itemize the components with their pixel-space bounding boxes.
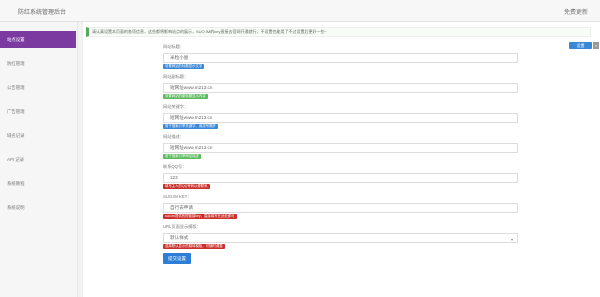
field-label: 网站关键字： bbox=[163, 104, 189, 109]
field-site-description: 网站描述： 短网址www.m213.cn 用于搜索引擎网站描述 bbox=[163, 134, 518, 159]
field-contact-qq: 联系QQ号： 123 填写主人的QQ号码以便联系 bbox=[163, 164, 518, 189]
help-badge: suo.im提供的短链接key，直接填写在此处即可 bbox=[163, 214, 237, 219]
sidebar-item-api-records[interactable]: API 记录 bbox=[0, 151, 77, 168]
chevron-down-icon: ▾ bbox=[510, 237, 513, 242]
field-label: URL页面显示模版： bbox=[163, 224, 201, 229]
help-badge: 设置网站的标题显示文字 bbox=[163, 64, 205, 69]
sidebar-item-tutorial[interactable]: 系统教程 bbox=[0, 175, 77, 192]
field-site-keywords: 网站关键字： 短网址www.m213.cn 用于搜索引擎关键字，用逗号隔开 bbox=[163, 104, 518, 129]
contact-qq-input[interactable]: 123 bbox=[163, 173, 518, 183]
site-title-input[interactable]: 米粒小屋 bbox=[163, 53, 518, 63]
field-label: 联系QQ号： bbox=[163, 164, 187, 169]
float-settings-button[interactable]: 设置 bbox=[569, 42, 592, 49]
sidebar-item-site-settings[interactable]: 站点设置 bbox=[0, 31, 76, 48]
float-close-button[interactable]: × bbox=[593, 42, 599, 49]
help-badge: 选择默认显示的跳转模板，可随时调整 bbox=[163, 244, 225, 249]
field-label: 网站副标题： bbox=[163, 74, 189, 79]
sidebar-item-ads[interactable]: 广告管理 bbox=[0, 103, 77, 120]
help-badge: 设置网站的副标题显示内容 bbox=[163, 94, 208, 99]
site-subtitle-input[interactable]: 短网址www.m213.cn bbox=[163, 83, 518, 93]
help-badge: 填写主人的QQ号码以便联系 bbox=[163, 184, 210, 189]
template-select[interactable]: 默认样式 ▾ bbox=[163, 233, 518, 243]
site-description-input[interactable]: 短网址www.m213.cn bbox=[163, 143, 518, 153]
sidebar-item-about[interactable]: 系统说明 bbox=[0, 199, 77, 216]
field-site-title: 网站标题： 米粒小屋 设置网站的标题显示文字 bbox=[163, 44, 518, 69]
help-badge: 用于搜索引擎网站描述 bbox=[163, 154, 201, 159]
top-bar: 防红系统管理后台 免费更新 bbox=[0, 0, 600, 22]
sidebar-item-announcements[interactable]: 公告管理 bbox=[0, 79, 77, 96]
field-label: 网站标题： bbox=[163, 44, 184, 49]
site-settings-form: 网站标题： 米粒小屋 设置网站的标题显示文字 网站副标题： 短网址www.m21… bbox=[163, 44, 518, 264]
sidebar-item-domain-records[interactable]: 域名记录 bbox=[0, 127, 77, 144]
submit-button[interactable]: 提交设置 bbox=[163, 253, 191, 264]
notice-banner: 请认真设置本页面的各项信息，这些都将影响站点的展示，SUO.IM的key直接去官… bbox=[86, 27, 591, 37]
help-badge: 用于搜索引擎关键字，用逗号隔开 bbox=[163, 124, 218, 129]
field-label: 网站描述： bbox=[163, 134, 184, 139]
sidebar-item-antired[interactable]: 防红管理 bbox=[0, 55, 77, 72]
field-suo-key: SUO.IM KEY： 自行去申请 suo.im提供的短链接key，直接填写在此… bbox=[163, 194, 518, 219]
template-select-value: 默认样式 bbox=[170, 235, 189, 240]
field-label: SUO.IM KEY： bbox=[163, 194, 192, 199]
app-title: 防红系统管理后台 bbox=[18, 10, 67, 16]
sidebar: 站点设置 防红管理 公告管理 广告管理 域名记录 API 记录 系统教程 系统说… bbox=[0, 22, 78, 297]
site-keywords-input[interactable]: 短网址www.m213.cn bbox=[163, 113, 518, 123]
main-content: 请认真设置本页面的各项信息，这些都将影响站点的展示，SUO.IM的key直接去官… bbox=[82, 22, 600, 297]
update-link[interactable]: 免费更新 bbox=[564, 7, 588, 16]
field-site-subtitle: 网站副标题： 短网址www.m213.cn 设置网站的副标题显示内容 bbox=[163, 74, 518, 99]
suo-key-input[interactable]: 自行去申请 bbox=[163, 203, 518, 213]
field-template: URL页面显示模版： 默认样式 ▾ 选择默认显示的跳转模板，可随时调整 bbox=[163, 224, 518, 249]
